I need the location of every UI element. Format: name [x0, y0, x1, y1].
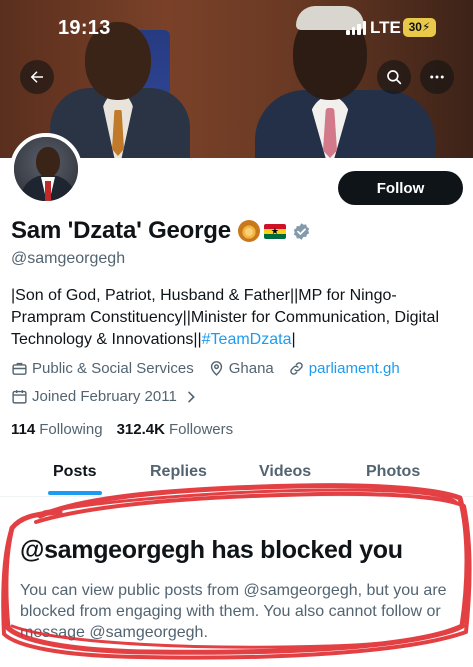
tab-photos[interactable]: Photos: [366, 463, 420, 481]
search-button[interactable]: [377, 60, 411, 94]
profile-bio: |Son of God, Patriot, Husband & Father||…: [11, 285, 466, 351]
briefcase-icon: [12, 362, 27, 375]
followers-label: Followers: [168, 421, 234, 438]
signal-icon: [346, 21, 366, 35]
tab-videos[interactable]: Videos: [259, 463, 311, 481]
calendar-icon: [12, 390, 27, 404]
location-pin-icon: [210, 361, 222, 376]
category-item: Public & Social Services: [11, 360, 194, 377]
ghana-flag-icon: [263, 223, 286, 239]
battery-icon: 30⚡: [403, 18, 436, 37]
followers-stat[interactable]: 312.4K Followers: [117, 421, 234, 438]
blocked-title: @samgeorgegh has blocked you: [20, 536, 403, 564]
website-link[interactable]: parliament.gh: [309, 360, 400, 377]
back-button[interactable]: [20, 60, 54, 94]
following-label: Following: [39, 421, 103, 438]
follow-button[interactable]: Follow: [338, 171, 463, 205]
more-dots-icon: [430, 75, 444, 79]
more-options-button[interactable]: [420, 60, 454, 94]
following-count: 114: [11, 421, 36, 438]
followers-count: 312.4K: [116, 421, 165, 438]
username-handle: @samgeorgegh: [11, 250, 126, 267]
blocked-message: You can view public posts from @samgeorg…: [20, 582, 447, 641]
avatar[interactable]: [10, 133, 82, 205]
joined-item[interactable]: Joined February 2011: [11, 388, 203, 405]
tab-replies[interactable]: Replies: [150, 463, 207, 481]
profile-tabs: Posts Replies Videos Photos: [0, 455, 473, 495]
bio-hashtag-link[interactable]: #TeamDzata: [202, 331, 292, 348]
display-name-row: Sam 'Dzata' George: [11, 216, 311, 246]
location-label: Ghana: [228, 360, 274, 377]
network-label: LTE: [370, 18, 401, 37]
chevron-right-icon: [188, 391, 195, 402]
joined-label: Joined February 2011: [32, 388, 177, 405]
following-stat[interactable]: 114 Following: [11, 421, 103, 438]
category-label: Public & Social Services: [32, 360, 194, 377]
search-icon: [387, 70, 402, 85]
arrow-left-icon: [30, 71, 43, 83]
tab-posts[interactable]: Posts: [53, 463, 97, 481]
location-item: Ghana: [208, 360, 274, 377]
active-tab-indicator: [48, 491, 102, 495]
joined-row[interactable]: Joined February 2011: [11, 388, 217, 405]
display-name: Sam 'Dzata' George: [11, 217, 231, 244]
verified-badge-icon[interactable]: [292, 222, 311, 241]
follow-stats: 114 Following 312.4K Followers: [11, 421, 247, 438]
website-item[interactable]: parliament.gh: [288, 360, 400, 377]
tabs-divider: [0, 496, 473, 497]
link-icon: [290, 362, 303, 375]
profile-meta-row: Public & Social Services Ghana parliamen…: [11, 360, 414, 377]
bio-end: |: [291, 331, 296, 348]
battery-level: 30: [408, 20, 422, 34]
lion-emoji-icon: [237, 220, 260, 242]
banner-person-right: [255, 90, 435, 158]
status-bar: 19:13 LTE 30⚡: [0, 0, 473, 56]
status-time: 19:13: [58, 17, 111, 39]
